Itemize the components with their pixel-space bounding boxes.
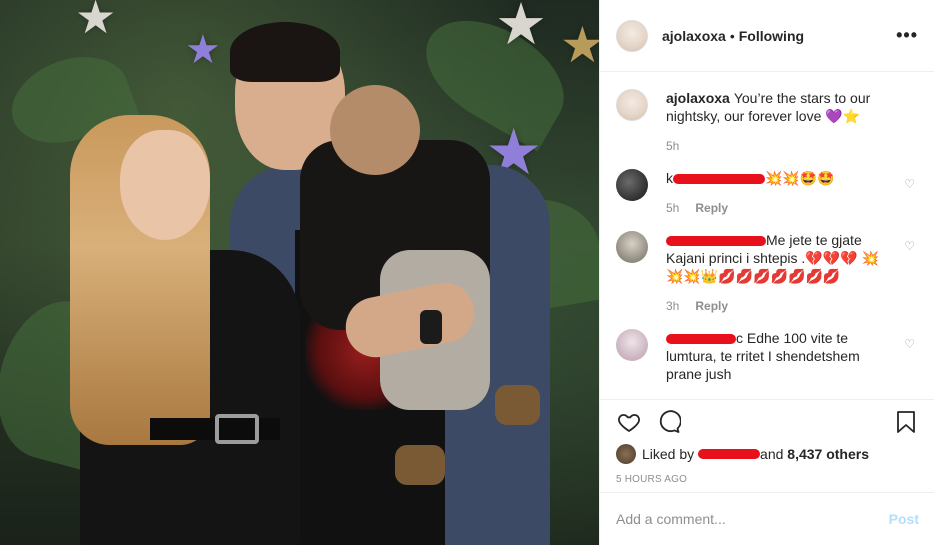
comment-like-heart-icon[interactable]: ♡	[904, 337, 915, 351]
author-avatar[interactable]	[616, 19, 648, 52]
comment-item: c Edhe 100 vite te lumtura, te rritet I …	[616, 329, 919, 383]
comment-text: k	[666, 170, 673, 186]
author-username[interactable]: ajolaxoxa	[662, 28, 726, 44]
likes-prefix: Liked by	[642, 446, 695, 462]
comment-time[interactable]: 3h	[666, 297, 679, 315]
comments-list[interactable]: ajolaxoxa You’re the stars to our nightsk…	[600, 73, 934, 399]
separator-dot: •	[729, 27, 735, 44]
add-comment-bar: Post	[600, 492, 934, 545]
belt-buckle	[215, 414, 259, 444]
star-decoration: ★	[185, 28, 221, 72]
comment-item: k 💥💥🤩🤩 5h Reply ♡	[616, 169, 919, 217]
heart-icon[interactable]	[616, 409, 642, 435]
post-header: ajolaxoxa • Following •••	[600, 0, 934, 72]
post-timestamp[interactable]: 5 HOURS AGO	[616, 474, 919, 485]
comment-emojis: 💥💥🤩🤩	[765, 170, 835, 186]
more-horizontal-icon[interactable]: •••	[896, 25, 918, 46]
likes-summary[interactable]: Liked by and 8,437 others	[616, 444, 919, 464]
liker-avatar	[616, 444, 636, 464]
caption-time[interactable]: 5h	[666, 137, 679, 155]
baby-head	[330, 85, 420, 175]
caption: ajolaxoxa You’re the stars to our nightsk…	[616, 89, 919, 155]
commenter-avatar[interactable]	[616, 169, 648, 201]
commenter-avatar[interactable]	[616, 231, 648, 263]
redaction-mark	[698, 449, 761, 459]
wristwatch	[420, 310, 442, 344]
post-side-panel: ajolaxoxa • Following ••• ajolaxoxa You’r…	[599, 0, 934, 545]
man-hair	[230, 22, 340, 82]
bookmark-icon[interactable]	[893, 409, 919, 435]
reply-button[interactable]: Reply	[695, 199, 728, 217]
comment-time[interactable]: 5h	[666, 199, 679, 217]
post-photo[interactable]: ★ ★ ★ ★ ★	[0, 0, 599, 545]
baby-shoe	[495, 385, 540, 425]
comment-like-heart-icon[interactable]: ♡	[904, 239, 915, 253]
post-button[interactable]: Post	[889, 511, 919, 527]
woman-face	[120, 130, 210, 240]
author-avatar[interactable]	[616, 89, 648, 121]
redaction-mark	[666, 334, 736, 345]
comment-input[interactable]	[616, 511, 889, 527]
star-decoration: ★	[560, 17, 599, 73]
redaction-mark	[673, 174, 765, 185]
comment-item: Me jete te gjate Kajani princi i shtepis…	[616, 231, 919, 315]
caption-username[interactable]: ajolaxoxa	[666, 90, 730, 106]
baby-shoe	[395, 445, 445, 485]
post-actions: Liked by and 8,437 others 5 HOURS AGO	[600, 399, 934, 485]
follow-status-button[interactable]: Following	[739, 28, 804, 44]
redaction-mark	[666, 236, 766, 247]
comment-like-heart-icon[interactable]: ♡	[904, 177, 915, 191]
reply-button[interactable]: Reply	[695, 297, 728, 315]
likes-and: and	[760, 446, 784, 462]
comment-icon[interactable]	[656, 409, 682, 435]
star-decoration: ★	[495, 0, 547, 57]
star-decoration: ★	[75, 0, 117, 43]
likes-count[interactable]: 8,437 others	[787, 446, 869, 462]
commenter-avatar[interactable]	[616, 329, 648, 361]
